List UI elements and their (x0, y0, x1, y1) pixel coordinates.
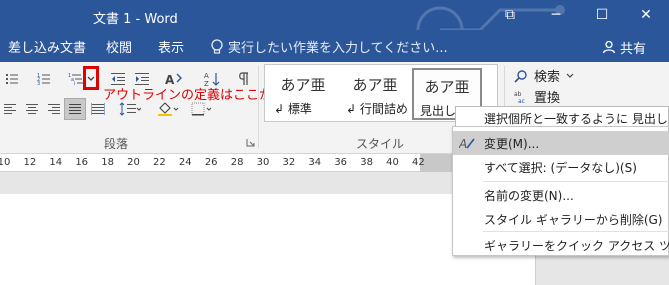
numbering-button[interactable]: 123 (34, 70, 54, 88)
chevron-down-icon (87, 76, 95, 81)
maximize-icon: ☐ (595, 7, 609, 23)
menu-item-rename[interactable]: 名前の変更(N)... (453, 183, 669, 207)
style-no-spacing[interactable]: あア亜 ↲ 行間詰め (340, 68, 410, 120)
style-tooltip: 選択個所と一致するように 見出し 1 を (455, 106, 669, 128)
chevron-down-icon (566, 73, 574, 78)
ribbon-tab-bar: 差し込み文書 校閲 表示 実行したい作業を入力してください... (0, 30, 669, 62)
maximize-button[interactable]: ☐ (579, 0, 625, 30)
svg-text:3: 3 (37, 81, 40, 86)
ruler-number: 38 (360, 157, 373, 168)
ruler-number: 16 (75, 157, 89, 168)
line-spacing-icon (119, 102, 141, 116)
tab-review[interactable]: 校閲 (106, 37, 132, 56)
style-name: ↲ 行間詰め (346, 102, 408, 116)
word-window: 文書 1 - Word ⧉ ─ ☐ ✕ 差し込み文書 校閲 表示 実行したい作業… (0, 0, 669, 285)
ruler-number: 32 (282, 157, 296, 168)
menu-item-label: 変更(M)... (484, 137, 540, 151)
svg-text:ac: ac (518, 98, 525, 104)
share-button[interactable]: 共有 (594, 34, 654, 60)
align-right-icon (48, 104, 60, 114)
distributed-icon (91, 103, 105, 115)
align-left-icon (4, 104, 16, 114)
ruler-number: 26 (204, 157, 218, 168)
close-icon: ✕ (640, 7, 652, 23)
ruler-number: 20 (127, 157, 140, 168)
bullets-button[interactable] (2, 70, 22, 88)
close-button[interactable]: ✕ (623, 0, 669, 30)
style-name: 見出し (420, 104, 457, 118)
style-context-menu: A 変更(M)... すべて選択: (データなし)(S) 名前の変更(N)...… (452, 126, 669, 256)
paragraph-group-label: 段落 (104, 137, 129, 151)
ruler-number: 22 (153, 157, 166, 168)
find-label: 検索 (534, 70, 561, 85)
menu-item-label: すべて選択: (データなし)(S) (484, 161, 637, 175)
person-icon (602, 40, 616, 54)
search-icon (514, 69, 527, 83)
menu-item-select-all[interactable]: すべて選択: (データなし)(S) (453, 155, 669, 179)
ruler-number: 14 (49, 157, 63, 168)
paragraph-dialog-launcher[interactable] (244, 136, 256, 148)
style-sample: あア亜 (352, 76, 398, 94)
multilevel-list-dropdown-highlight[interactable] (83, 66, 99, 90)
replace-label: 置換 (534, 91, 561, 106)
align-right-button[interactable] (44, 100, 64, 118)
window-title: 文書 1 - Word (93, 12, 178, 27)
ribbon-display-icon: ⧉ (505, 7, 515, 23)
svg-text:i: i (74, 81, 75, 86)
align-center-button[interactable] (22, 100, 42, 118)
bullets-icon (6, 74, 18, 84)
justify-icon (69, 104, 81, 114)
align-center-icon (26, 104, 38, 114)
style-sample: あア亜 (280, 76, 326, 94)
ruler-number: 40 (386, 157, 399, 168)
menu-item-label: 名前の変更(N)... (484, 189, 574, 203)
style-normal[interactable]: あア亜 ↲ 標準 (268, 68, 338, 120)
justify-button[interactable] (64, 98, 86, 120)
replace-button[interactable]: ab ac 置換 (514, 87, 561, 107)
menu-item-remove-from-gallery[interactable]: スタイル ギャラリーから削除(G) (453, 207, 669, 231)
ruler-number: 24 (178, 157, 192, 168)
style-sample: あア亜 (424, 78, 470, 96)
lightbulb-icon (211, 38, 223, 54)
ruler-number: 36 (334, 157, 348, 168)
borders-icon (191, 102, 212, 116)
menu-separator (483, 231, 669, 232)
menu-separator (483, 181, 669, 182)
paint-bucket-icon (158, 102, 179, 116)
ruler-number: 10 (0, 157, 11, 168)
tab-view[interactable]: 表示 (158, 37, 184, 56)
numbering-icon: 123 (37, 73, 50, 86)
title-bar: 文書 1 - Word ⧉ ─ ☐ ✕ (0, 0, 669, 57)
styles-group-label: スタイル (356, 137, 405, 151)
tell-me-box[interactable]: 実行したい作業を入力してください... (210, 37, 448, 56)
group-separator (258, 66, 259, 148)
svg-text:A: A (204, 72, 209, 80)
multilevel-list-icon: 1ai (68, 73, 83, 86)
ruler-number: 42 (412, 157, 425, 168)
minimize-icon: ─ (551, 7, 561, 23)
ruler-number: 12 (23, 157, 37, 168)
menu-item-label: スタイル ギャラリーから削除(G) (484, 213, 663, 227)
svg-text:ab: ab (514, 91, 522, 98)
ribbon-display-options-button[interactable]: ⧉ (487, 0, 533, 30)
minimize-button[interactable]: ─ (533, 0, 579, 30)
replace-icon: abac (514, 91, 525, 104)
menu-item-add-to-quick-access[interactable]: ギャラリーをクイック アクセス ツール バーに追加 (453, 233, 669, 257)
tab-mailings[interactable]: 差し込み文書 (8, 37, 86, 56)
align-left-button[interactable] (0, 100, 20, 118)
share-label: 共有 (619, 41, 646, 57)
menu-item-modify[interactable]: A 変更(M)... (453, 131, 669, 155)
ruler-number: 28 (230, 157, 244, 168)
modify-style-icon: A (459, 137, 475, 151)
svg-text:A: A (459, 137, 467, 151)
ruler-number: 34 (308, 157, 322, 168)
ruler-number: 30 (256, 157, 270, 168)
style-name: ↲ 標準 (274, 102, 312, 116)
ruler-number: 18 (101, 157, 114, 168)
tell-me-text: 実行したい作業を入力してください... (228, 41, 448, 56)
menu-item-label: ギャラリーをクイック アクセス ツール バーに追加 (484, 239, 669, 253)
find-button[interactable]: 検索 (514, 66, 574, 85)
dialog-launcher-icon (246, 138, 254, 146)
